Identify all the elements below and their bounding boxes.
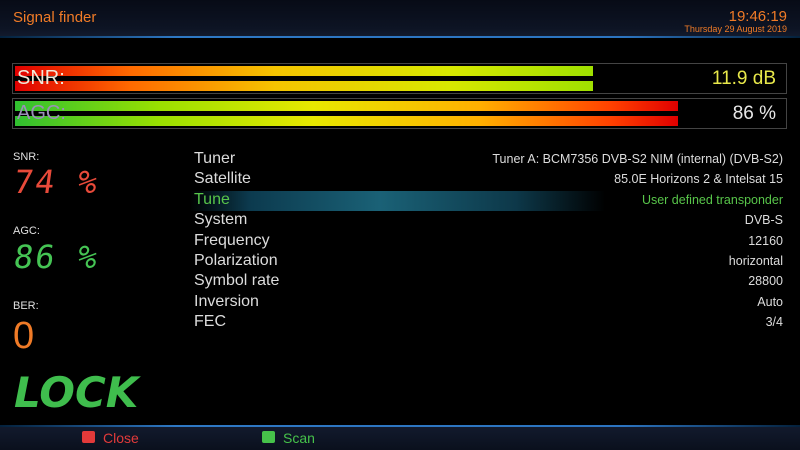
red-key-icon	[82, 431, 95, 443]
title-divider	[0, 36, 800, 38]
info-row-tuner: Tuner Tuner A: BCM7356 DVB-S2 NIM (intern…	[190, 150, 783, 170]
info-value: Tuner A: BCM7356 DVB-S2 NIM (internal) (…	[492, 152, 783, 166]
info-key: Tune	[194, 190, 230, 208]
info-value: 12160	[748, 233, 783, 248]
info-row-system: System DVB-S	[190, 211, 783, 231]
clock-time: 19:46:19	[728, 8, 787, 25]
clock-date: Thursday 29 August 2019	[684, 24, 787, 34]
info-row-inversion: Inversion Auto	[190, 293, 783, 313]
info-row-polarization: Polarization horizontal	[190, 252, 783, 272]
info-value: DVB-S	[744, 213, 783, 228]
info-row-fec: FEC 3/4	[190, 313, 783, 333]
info-key: Frequency	[194, 231, 270, 249]
info-key: Satellite	[194, 170, 251, 188]
scan-button-label: Scan	[283, 430, 315, 446]
agc-meter-fill	[15, 101, 678, 126]
snr-meter: SNR: 11.9 dB	[12, 63, 787, 94]
agc-percent-display: 86 %	[11, 238, 102, 276]
info-key: Polarization	[194, 252, 278, 269]
info-value: horizontal	[728, 254, 783, 268]
info-value: Auto	[757, 294, 783, 309]
agc-stat-label: AGC:	[13, 225, 40, 237]
close-button-label: Close	[103, 430, 139, 446]
info-row-tune[interactable]: Tune User defined transponder	[190, 190, 783, 211]
agc-meter-value: 86 %	[732, 103, 776, 124]
info-value: 3/4	[765, 315, 783, 330]
info-key: FEC	[194, 313, 226, 331]
agc-meter-label: AGC:	[17, 102, 66, 124]
snr-stat-label: SNR:	[13, 151, 40, 163]
window-title: Signal finder	[13, 9, 97, 26]
info-row-symbol-rate: Symbol rate 28800	[190, 272, 783, 292]
agc-meter: AGC: 86 %	[12, 98, 787, 129]
info-row-frequency: Frequency 12160	[190, 232, 783, 252]
ber-stat-label: BER:	[13, 300, 39, 312]
info-value: 28800	[748, 274, 783, 289]
ber-value: 0	[13, 315, 35, 357]
snr-meter-value: 11.9 dB	[711, 68, 776, 89]
green-key-icon	[262, 431, 275, 443]
info-key: Tuner	[194, 150, 236, 167]
info-value: 85.0E Horizons 2 & Intelsat 15	[614, 172, 783, 187]
snr-percent-display: 74 %	[11, 163, 102, 201]
info-key: Symbol rate	[194, 272, 280, 290]
snr-meter-label: SNR:	[17, 67, 65, 89]
info-value: User defined transponder	[641, 192, 783, 207]
lock-status: LOCK	[14, 368, 139, 417]
info-row-satellite: Satellite 85.0E Horizons 2 & Intelsat 15	[190, 170, 783, 190]
info-key: System	[194, 211, 248, 229]
snr-meter-fill	[15, 66, 593, 91]
title-bar	[0, 0, 800, 36]
info-key: Inversion	[194, 292, 259, 310]
